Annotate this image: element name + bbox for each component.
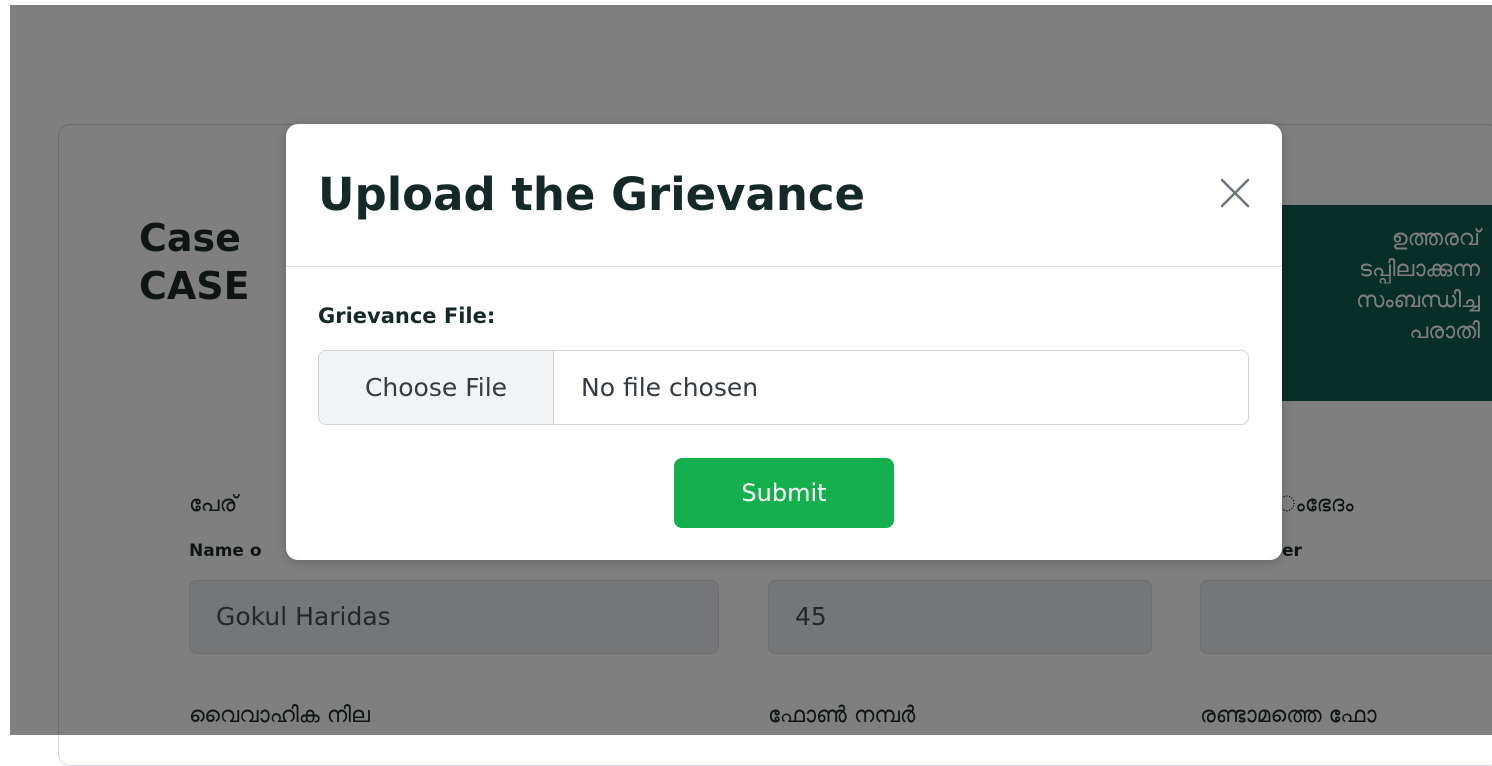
modal-title: Upload the Grievance: [318, 168, 866, 221]
close-button[interactable]: [1218, 176, 1252, 210]
choose-file-button[interactable]: Choose File: [319, 351, 554, 424]
submit-button[interactable]: Submit: [674, 458, 894, 528]
left-edge: [0, 0, 10, 735]
grievance-file-label: Grievance File:: [318, 304, 496, 328]
top-edge: [0, 0, 1492, 5]
modal-header: Upload the Grievance: [286, 124, 1282, 267]
close-icon: [1220, 178, 1250, 208]
file-status-text: No file chosen: [581, 373, 759, 402]
grievance-file-input[interactable]: Choose File No file chosen: [318, 350, 1249, 425]
upload-grievance-modal: Upload the Grievance Grievance File: Cho…: [286, 124, 1282, 560]
